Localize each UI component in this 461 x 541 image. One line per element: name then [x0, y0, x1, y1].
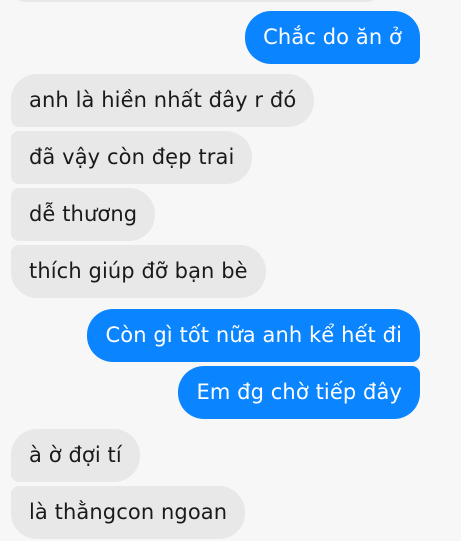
incoming-message-bubble[interactable]: anh là hiền nhất đây r đó [11, 74, 315, 127]
outgoing-message-bubble[interactable]: Em đg chờ tiếp đây [178, 366, 420, 419]
chat-thread: Chắc do ăn ở anh là hiền nhất đây r đó đ… [0, 0, 461, 541]
incoming-message-bubble[interactable]: à ờ đợi tí [11, 429, 140, 482]
incoming-message-bubble[interactable]: là thằngcon ngoan [11, 486, 246, 539]
incoming-message-bubble[interactable]: dễ thương [11, 188, 156, 241]
previous-message-bubble-edge [11, 0, 381, 2]
incoming-message-bubble[interactable]: đã vậy còn đẹp trai [11, 131, 253, 184]
outgoing-message-bubble[interactable]: Còn gì tốt nữa anh kể hết đi [87, 309, 420, 362]
incoming-message-bubble[interactable]: thích giúp đỡ bạn bè [11, 245, 266, 298]
outgoing-message-bubble[interactable]: Chắc do ăn ở [245, 11, 420, 64]
